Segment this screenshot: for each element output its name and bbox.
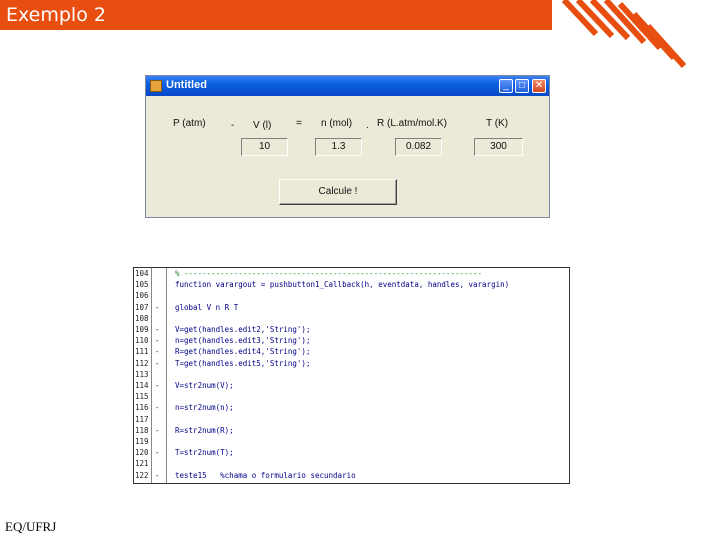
- code-text: function varargout = pushbutton1_Callbac…: [175, 280, 510, 290]
- line-number: 111: [135, 347, 149, 357]
- calculate-button[interactable]: Calcule !: [279, 179, 397, 205]
- code-text: R=str2num(R);: [175, 425, 234, 435]
- code-line[interactable]: 122- teste15 %chama o formulario secundar…: [134, 470, 569, 481]
- label-operator-2: .: [366, 120, 369, 131]
- moles-input[interactable]: 1.3: [315, 138, 362, 156]
- close-icon[interactable]: ✕: [532, 79, 546, 93]
- code-line[interactable]: 111- R=get(handles.edit4,'String');: [134, 348, 569, 357]
- label-equals: =: [296, 118, 302, 129]
- label-temperature: T (K): [486, 118, 509, 129]
- code-text: T=get(handles.edit5,'String');: [175, 358, 311, 368]
- code-line[interactable]: 104 % -----------------------------------…: [134, 269, 569, 279]
- label-volume: V (l): [253, 120, 272, 131]
- line-number: 115: [135, 392, 149, 402]
- label-operator-1: -: [231, 120, 235, 131]
- breakpoint-marker[interactable]: -: [155, 303, 160, 313]
- code-line[interactable]: 117: [134, 414, 569, 425]
- line-number: 117: [135, 414, 149, 424]
- code-line[interactable]: 121: [134, 460, 569, 469]
- breakpoint-marker[interactable]: -: [155, 336, 160, 346]
- breakpoint-marker[interactable]: -: [155, 381, 160, 391]
- code-line[interactable]: 109- V=get(handles.edit2,'String');: [134, 325, 569, 335]
- code-line[interactable]: 120- T=str2num(T);: [134, 448, 569, 458]
- code-line[interactable]: 108: [134, 313, 569, 324]
- breakpoint-marker[interactable]: -: [155, 448, 160, 458]
- matlab-figure-icon: [150, 80, 162, 92]
- line-number: 122: [135, 470, 149, 480]
- breakpoint-marker[interactable]: -: [155, 404, 160, 413]
- line-number: 120: [135, 448, 149, 458]
- code-line[interactable]: 113: [134, 369, 569, 380]
- code-line[interactable]: 114- V=str2num(V);: [134, 381, 569, 391]
- line-number: 119: [135, 437, 149, 446]
- breakpoint-marker[interactable]: -: [155, 359, 160, 369]
- line-number: 116: [135, 403, 149, 413]
- code-text: teste15 %chama o formulario secundario: [175, 470, 356, 480]
- code-line[interactable]: 110- n=get(handles.edit3,'String');: [134, 336, 569, 346]
- window-titlebar[interactable]: Untitled _ □ ✕: [146, 76, 549, 96]
- gui-window: Untitled _ □ ✕ P (atm) - V (l) = n (mol)…: [145, 75, 550, 218]
- code-text: global V n R T: [175, 302, 239, 312]
- code-line[interactable]: 106: [134, 292, 569, 301]
- temperature-input[interactable]: 300: [474, 138, 523, 156]
- label-gas-constant: R (L.atm/mol.K): [377, 118, 448, 129]
- code-line[interactable]: 115: [134, 392, 569, 402]
- breakpoint-marker[interactable]: -: [155, 348, 160, 357]
- line-number: 114: [135, 381, 149, 390]
- code-text: R=get(handles.edit4,'String');: [175, 347, 311, 357]
- line-number: 109: [135, 325, 149, 334]
- minimize-icon[interactable]: _: [499, 79, 513, 93]
- code-line[interactable]: 118- R=str2num(R);: [134, 425, 569, 436]
- slide-title-bar: Exemplo 2: [0, 0, 552, 30]
- line-number: 105: [135, 280, 149, 290]
- label-moles: n (mol): [321, 118, 353, 129]
- code-editor[interactable]: 104 % -----------------------------------…: [133, 267, 570, 484]
- breakpoint-marker[interactable]: -: [155, 471, 160, 481]
- code-text: V=str2num(V);: [175, 381, 234, 390]
- volume-input[interactable]: 10: [241, 138, 288, 156]
- gas-constant-input[interactable]: 0.082: [395, 138, 442, 156]
- window-title: Untitled: [166, 79, 207, 91]
- breakpoint-marker[interactable]: -: [155, 426, 160, 436]
- code-line[interactable]: 105 function varargout = pushbutton1_Call…: [134, 280, 569, 290]
- footer-label: EQ/UFRJ: [5, 519, 57, 534]
- line-number: 121: [135, 459, 149, 469]
- line-number: 113: [135, 369, 149, 379]
- maximize-icon[interactable]: □: [515, 79, 529, 93]
- line-number: 112: [135, 358, 149, 368]
- code-line[interactable]: 119: [134, 437, 569, 447]
- label-pressure: P (atm): [173, 118, 206, 129]
- line-number: 110: [135, 336, 149, 346]
- code-text: n=get(handles.edit3,'String');: [175, 336, 311, 346]
- code-line[interactable]: 107- global V n R T: [134, 302, 569, 313]
- ufrj-stripes-logo: [561, 0, 687, 69]
- code-text: % --------------------------------------…: [175, 269, 483, 278]
- code-line[interactable]: 112- T=get(handles.edit5,'String');: [134, 358, 569, 369]
- line-number: 106: [135, 291, 149, 301]
- breakpoint-marker[interactable]: -: [155, 325, 160, 335]
- line-number: 107: [135, 302, 149, 312]
- code-text: V=get(handles.edit2,'String');: [175, 325, 311, 334]
- code-text: n=str2num(n);: [175, 403, 234, 413]
- line-number: 118: [135, 425, 149, 435]
- line-number: 104: [135, 269, 149, 278]
- code-text: T=str2num(T);: [175, 448, 234, 458]
- line-number: 108: [135, 313, 149, 323]
- slide-title: Exemplo 2: [6, 4, 106, 26]
- code-line[interactable]: 116- n=str2num(n);: [134, 404, 569, 413]
